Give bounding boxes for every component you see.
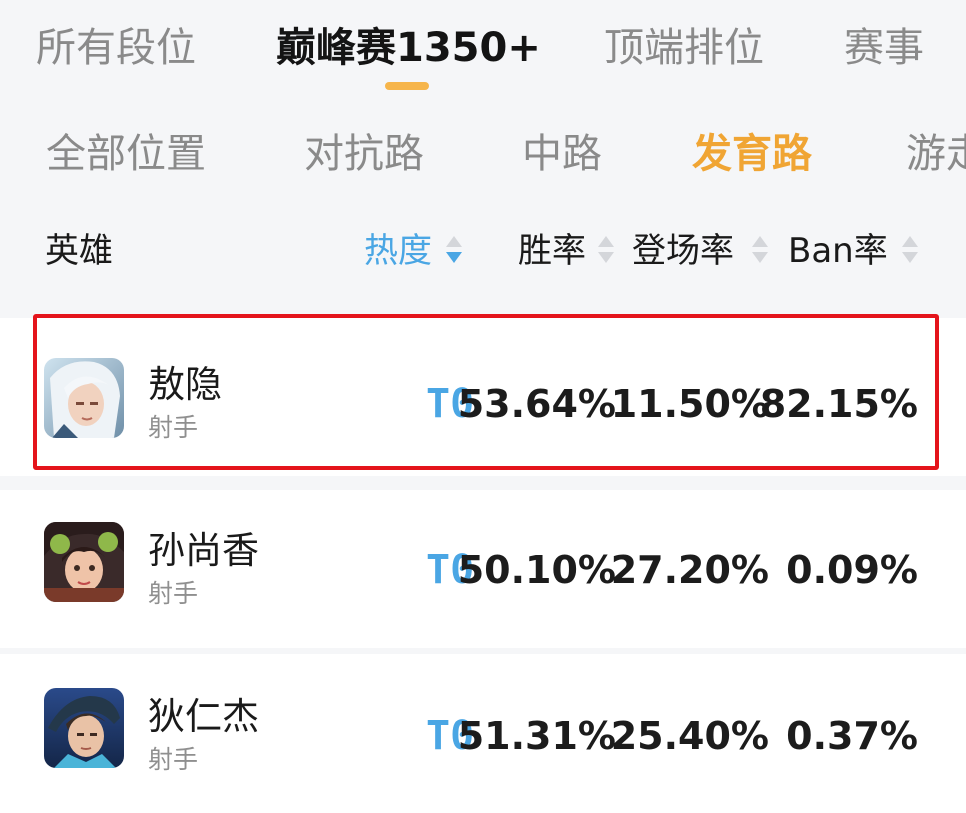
win-rate-value: 50.10% <box>457 548 616 592</box>
tab-peak-1350[interactable]: 巅峰赛1350+ <box>276 22 541 74</box>
position-tab-roam[interactable]: 游走 <box>906 128 966 180</box>
column-header-heat[interactable]: 热度 <box>364 228 432 274</box>
hero-role: 射手 <box>148 579 199 608</box>
position-tab-farm-lane[interactable]: 发育路 <box>692 128 812 180</box>
hero-row[interactable]: 孙尚香 射手 T0 50.10% 27.20% 0.09% <box>0 490 966 648</box>
column-header-pick-rate[interactable]: 登场率 <box>632 228 734 274</box>
tab-top-ranked[interactable]: 顶端排位 <box>604 22 764 74</box>
sort-desc-icon[interactable] <box>446 236 462 266</box>
ban-rate-value: 0.37% <box>786 714 918 758</box>
ban-rate-value: 82.15% <box>759 382 918 426</box>
column-header-hero: 英雄 <box>45 231 113 271</box>
position-tab-clash-lane[interactable]: 对抗路 <box>304 128 424 180</box>
pick-rate-value: 27.20% <box>610 548 769 592</box>
sort-icon[interactable] <box>598 236 614 266</box>
active-tab-indicator <box>385 82 429 90</box>
hero-name: 敖隐 <box>148 363 222 406</box>
sort-icon[interactable] <box>752 236 768 266</box>
pick-rate-value: 25.40% <box>610 714 769 758</box>
column-header-win-rate[interactable]: 胜率 <box>518 228 586 274</box>
win-rate-value: 53.64% <box>457 382 616 426</box>
hero-role: 射手 <box>148 413 199 442</box>
tab-tournament[interactable]: 赛事 <box>844 22 924 74</box>
column-header-ban-rate[interactable]: Ban率 <box>788 228 888 274</box>
sort-icon[interactable] <box>902 236 918 266</box>
position-tab-mid[interactable]: 中路 <box>522 128 602 180</box>
tab-all-ranks[interactable]: 所有段位 <box>36 22 196 74</box>
ban-rate-value: 0.09% <box>786 548 918 592</box>
hero-avatar <box>44 358 124 438</box>
hero-avatar <box>44 688 124 768</box>
pick-rate-value: 11.50% <box>610 382 769 426</box>
hero-row[interactable]: 敖隐 射手 T0 53.64% 11.50% 82.15% <box>0 318 966 476</box>
hero-avatar <box>44 522 124 602</box>
hero-row[interactable]: 狄仁杰 射手 T0 51.31% 25.40% 0.37% <box>0 654 966 813</box>
hero-name: 孙尚香 <box>148 529 259 572</box>
position-tab-all[interactable]: 全部位置 <box>46 128 206 180</box>
win-rate-value: 51.31% <box>457 714 616 758</box>
hero-role: 射手 <box>148 745 199 774</box>
hero-name: 狄仁杰 <box>148 695 259 738</box>
